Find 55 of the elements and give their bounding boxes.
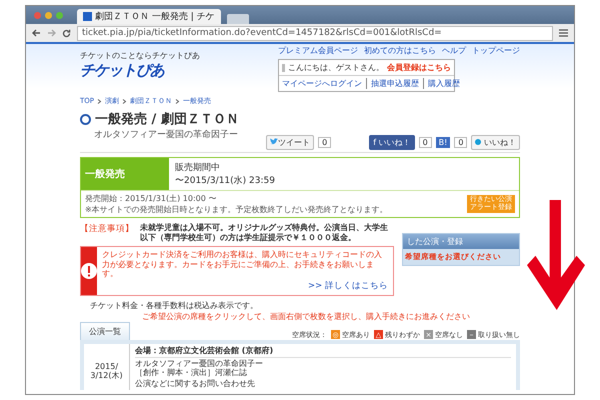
like-count: 0 [418,137,432,148]
chevron-icon [122,98,128,104]
performance-credits: ［創作・脚本・演出］河瀬仁誌 [135,368,248,378]
account-link[interactable]: 抽選申込履歴 [366,78,419,89]
tweet-button[interactable]: ツイート [266,135,314,150]
account-link[interactable]: 購入履歴 [423,78,460,89]
notice-label: 【注意事項】 [80,223,134,236]
greeting-text: こんにちは、ゲストさん。 [288,62,384,73]
contact-text: 公演などに関するお問い合わせ先 [135,378,256,388]
sale-period: 〜2015/3/11(水) 23:59 [175,174,275,187]
header-link[interactable]: プレミアム会員ページ [278,45,358,56]
tweet-count: 0 [318,137,332,148]
header-link[interactable]: 初めての方はこちら [364,45,436,56]
bookmark-button[interactable]: B! [436,137,450,148]
sale-note: ※本サイトでの発売開始日時となります。予定枚数終了しだい発売終了となります。 [85,204,388,215]
details-link[interactable]: >> 詳しくはこちら [308,280,388,292]
like-button[interactable]: f いいね！ [369,135,415,150]
side-panel-header: した公演・登録 [403,234,519,249]
mixi-like-button[interactable]: いいね！ [471,135,520,150]
account-link[interactable]: マイページへログイン [282,78,362,89]
reload-icon[interactable] [62,28,71,38]
favicon-icon [83,12,92,21]
chevron-icon [97,98,102,104]
performance-date: 2015/ [94,362,118,372]
new-tab-button[interactable] [226,14,249,24]
tax-note: チケット料金・各種手数料は税込み表示です。 [90,300,259,311]
sale-status: 販売期間中 [175,162,221,174]
back-icon[interactable] [32,29,41,37]
sale-start: 発売開始：2015/1/31(土) 10:00 〜 [85,193,218,204]
performance-tab[interactable]: 公演一覧 [80,322,130,340]
header-link[interactable]: トップページ [472,45,520,56]
instruction-text: ご希望公演の席種をクリックして、画面右側で枚数を選択し、購入手続きにお進みください [141,310,470,322]
credit-card-text: クレジットカード決済をご利用のお客様は、購入時にセキュリティコードの入力が必要となります。カードをお手元にご準備の上、お手続きをお願いします。 [102,250,383,279]
event-subtitle: オルタソフィアー憂国の革命因子ー [94,128,239,141]
minimize-button[interactable] [45,12,52,18]
dot-icon [475,139,482,145]
header-link[interactable]: ヘルプ [442,45,466,56]
browser-tab[interactable]: 劇団ＺＴＯＮ 一般発売 | チケ [77,9,221,24]
notice-text: 未就学児童は入場不可。オリジナルグッズ特典付。公演当日、大学生以下（専門学校生可）の方は学生証提示で￥１０００返金。 [140,223,389,242]
sale-label: 一般発売 [81,158,169,190]
performance-title: オルタソフィアー憂国の革命因子ー [135,359,264,368]
register-link[interactable]: 会員登録はこちら [387,62,451,73]
performance-day: 3/12(木) [90,371,123,380]
venue-text: 会場：京都府立文化芸術会館 (京都府) [135,346,511,358]
site-logo[interactable]: チケットぴあ [80,61,200,80]
site-tagline: チケットのことならチケットぴあ [80,50,200,61]
chevron-icon [175,98,180,104]
circle-icon [80,114,91,124]
address-field[interactable]: ticket.pia.jp/pia/ticketInformation.do?eventCd=1457182&rlsCd=001&lotRlsCd= [77,26,553,40]
bird-icon [270,138,278,145]
bookmark-count: 0 [454,137,468,148]
forward-icon[interactable] [47,29,56,37]
page-title: 一般発売 / 劇団ＺＴＯＮ [95,111,239,128]
zoom-button[interactable] [56,12,63,18]
menu-icon[interactable] [559,29,568,37]
